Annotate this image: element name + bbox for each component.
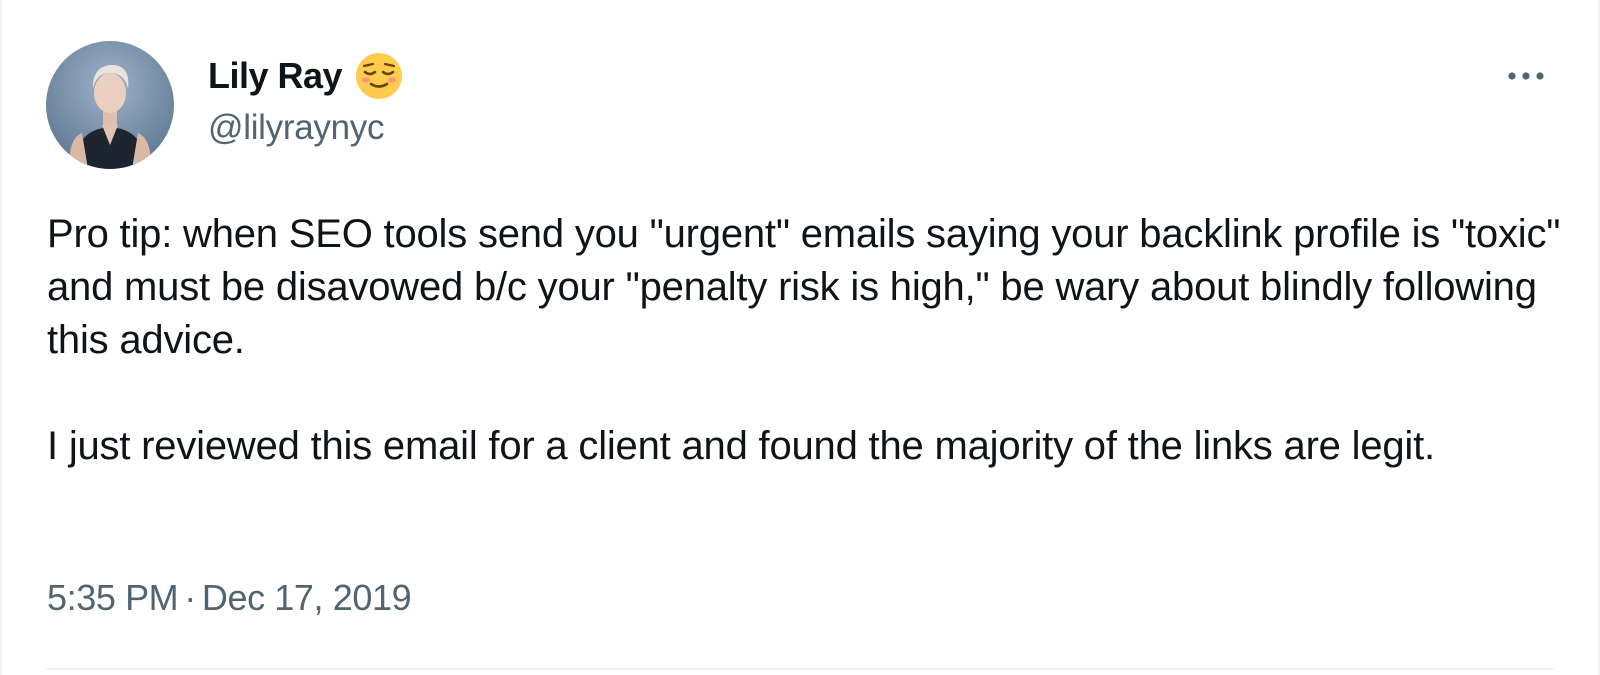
tweet-paragraph: I just reviewed this email for a client …: [47, 424, 1435, 468]
meta-separator: ·: [184, 577, 196, 618]
avatar[interactable]: [46, 41, 174, 169]
author-display-name[interactable]: Lily Ray: [208, 52, 343, 100]
tweet-timestamp[interactable]: 5:35 PM · Dec 17, 2019: [47, 570, 412, 626]
profile-photo-icon: [46, 41, 174, 169]
more-horizontal-icon: [1508, 72, 1544, 80]
tweet-paragraph: Pro tip: when SEO tools send you "urgent…: [47, 212, 1561, 362]
tweet-card: Lily Ray @lilyraynyc Pro tip: when SEO t…: [0, 0, 1600, 675]
tweet-text: Pro tip: when SEO tools send you "urgent…: [47, 208, 1577, 473]
tweet-time: 5:35 PM: [47, 577, 179, 618]
relieved-face-emoji-icon: [354, 51, 404, 101]
author-handle[interactable]: @lilyraynyc: [208, 104, 384, 152]
more-options-button[interactable]: [1496, 56, 1556, 96]
tweet-date: Dec 17, 2019: [201, 577, 412, 618]
divider: [46, 668, 1554, 670]
author-name-row: Lily Ray: [208, 52, 404, 100]
